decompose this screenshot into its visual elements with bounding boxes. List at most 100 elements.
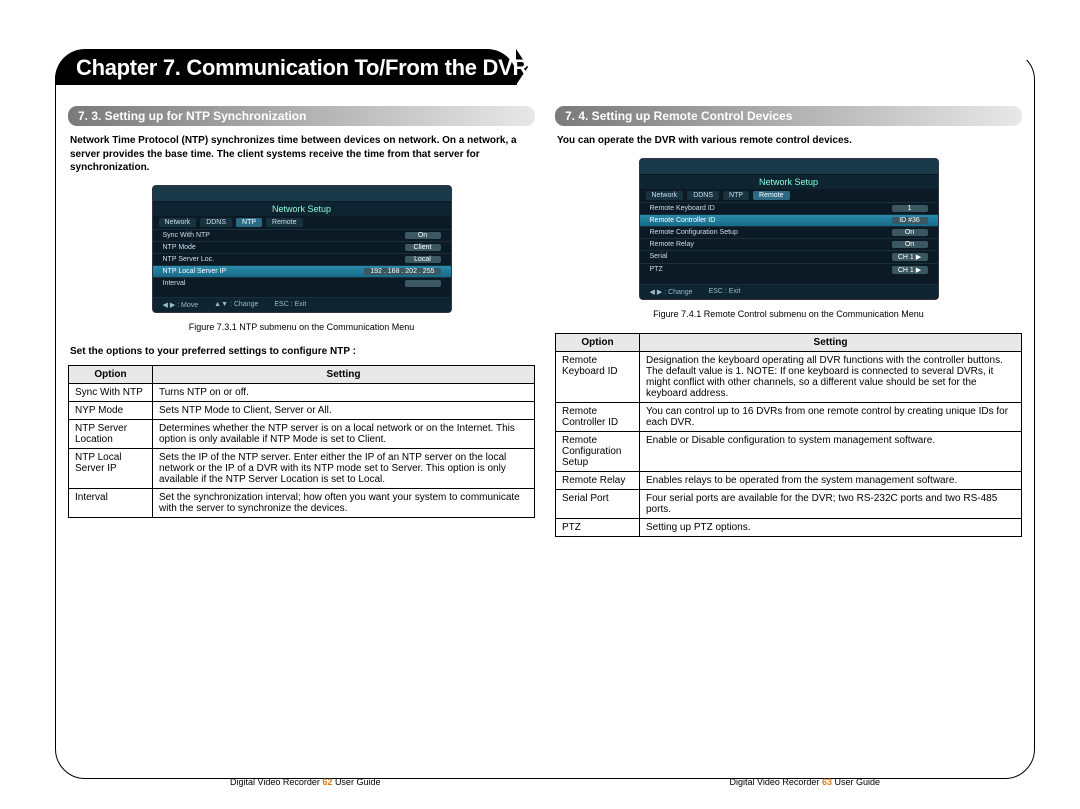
ss-row-value: ID #36: [892, 217, 928, 224]
option-cell: PTZ: [556, 518, 640, 536]
option-cell: Remote Controller ID: [556, 402, 640, 431]
ss-row-value: [405, 280, 441, 287]
ss-tab: NTP: [236, 218, 262, 227]
table-row: Sync With NTPTurns NTP on or off.: [69, 383, 535, 401]
ss-footer-hint: ◀ ▶ : Change: [650, 288, 693, 296]
ss-row: Remote Keyboard ID 1: [640, 202, 938, 214]
setting-cell: Designation the keyboard operating all D…: [640, 351, 1022, 402]
subhead-left: Set the options to your preferred settin…: [70, 346, 533, 357]
setting-cell: Sets the IP of the NTP server. Enter eit…: [153, 448, 535, 488]
ss-row-value: 1: [892, 205, 928, 212]
option-cell: Remote Configuration Setup: [556, 431, 640, 471]
ss-row: NTP Local Server IP 192 . 168 . 202 . 255: [153, 265, 451, 277]
th-setting: Setting: [640, 333, 1022, 351]
table-row: Remote RelayEnables relays to be operate…: [556, 471, 1022, 489]
option-cell: Remote Keyboard ID: [556, 351, 640, 402]
ss-row-value: Local: [405, 256, 441, 263]
ss-row-label: PTZ: [650, 266, 663, 274]
ss-row-value: On: [892, 229, 928, 236]
left-column: 7. 3. Setting up for NTP Synchronization…: [68, 106, 535, 537]
setting-cell: Set the synchronization interval; how of…: [153, 488, 535, 517]
footer-left: Digital Video Recorder 62 User Guide: [230, 777, 380, 787]
ss-row-label: Sync With NTP: [163, 232, 210, 239]
th-option: Option: [556, 333, 640, 351]
ss-row-label: NTP Local Server IP: [163, 268, 227, 275]
table-row: NTP Local Server IPSets the IP of the NT…: [69, 448, 535, 488]
page-frame: Chapter 7. Communication To/From the DVR…: [55, 50, 1035, 779]
option-cell: NTP Local Server IP: [69, 448, 153, 488]
ss-row-label: NTP Mode: [163, 244, 196, 251]
ss-row-label: Remote Configuration Setup: [650, 229, 738, 236]
ss-row-value: CH 1 ▶: [892, 253, 928, 261]
ss-row: PTZ CH 1 ▶: [640, 263, 938, 276]
ss-row-label: Remote Keyboard ID: [650, 205, 715, 212]
option-cell: Serial Port: [556, 489, 640, 518]
remote-screenshot: Network Setup NetworkDDNS NTP Remote Remot…: [639, 158, 939, 300]
ss-row: Remote Relay On: [640, 238, 938, 250]
ss-row-value: On: [892, 241, 928, 248]
table-row: Serial PortFour serial ports are availab…: [556, 489, 1022, 518]
th-setting: Setting: [153, 365, 535, 383]
ntp-screenshot: Network Setup NetworkDDNSNTPRemote Sync …: [152, 185, 452, 313]
ss-row: Sync With NTP On: [153, 229, 451, 241]
figure-caption-right: Figure 7.4.1 Remote Control submenu on t…: [555, 309, 1022, 319]
table-row: Remote Controller IDYou can control up t…: [556, 402, 1022, 431]
ss-header: Network Setup: [640, 175, 938, 189]
section-heading-right: 7. 4. Setting up Remote Control Devices: [555, 106, 1022, 126]
figure-caption-left: Figure 7.3.1 NTP submenu on the Communic…: [68, 322, 535, 332]
ss-row: Remote Configuration Setup On: [640, 226, 938, 238]
table-row: IntervalSet the synchronization interval…: [69, 488, 535, 517]
ss-row-value: Client: [405, 244, 441, 251]
right-column: 7. 4. Setting up Remote Control Devices …: [555, 106, 1022, 537]
ss-row: NTP Mode Client: [153, 241, 451, 253]
ss-row: NTP Server Loc. Local: [153, 253, 451, 265]
ss-tab: Network: [159, 218, 197, 227]
ss-row-value: 192 . 168 . 202 . 255: [364, 268, 440, 275]
ss-row-label: Remote Relay: [650, 241, 694, 248]
option-cell: NYP Mode: [69, 401, 153, 419]
table-row: NYP ModeSets NTP Mode to Client, Server …: [69, 401, 535, 419]
setting-cell: Enable or Disable configuration to syste…: [640, 431, 1022, 471]
intro-left: Network Time Protocol (NTP) synchronizes…: [70, 134, 533, 175]
option-cell: Interval: [69, 488, 153, 517]
intro-right: You can operate the DVR with various rem…: [557, 134, 1020, 148]
table-row: Remote Configuration SetupEnable or Disa…: [556, 431, 1022, 471]
ss-row: Remote Controller ID ID #36: [640, 214, 938, 226]
ss-row-label: Remote Controller ID: [650, 217, 716, 224]
ss-tab: DDNS: [687, 191, 719, 200]
ss-footer-hint: ◀ ▶ : Move: [163, 301, 199, 309]
ss-footer-hint: ▲▼ : Change: [214, 301, 258, 309]
ss-row: Serial CH 1 ▶: [640, 250, 938, 263]
table-row: NTP Server LocationDetermines whether th…: [69, 419, 535, 448]
th-option: Option: [69, 365, 153, 383]
ss-row-label: NTP Server Loc.: [163, 256, 215, 263]
table-row: Remote Keyboard IDDesignation the keyboa…: [556, 351, 1022, 402]
setting-cell: Four serial ports are available for the …: [640, 489, 1022, 518]
ss-row-label: Interval: [163, 280, 186, 287]
ss-row-value: CH 1 ▶: [892, 266, 928, 274]
section-heading-left: 7. 3. Setting up for NTP Synchronization: [68, 106, 535, 126]
options-table-right: Option Setting Remote Keyboard IDDesigna…: [555, 333, 1022, 537]
ss-tab: NTP: [723, 191, 749, 200]
footer-right: Digital Video Recorder 63 User Guide: [730, 777, 880, 787]
setting-cell: You can control up to 16 DVRs from one r…: [640, 402, 1022, 431]
table-row: PTZSetting up PTZ options.: [556, 518, 1022, 536]
setting-cell: Turns NTP on or off.: [153, 383, 535, 401]
ss-row: Interval: [153, 277, 451, 289]
ss-tab: Remote: [266, 218, 303, 227]
option-cell: Sync With NTP: [69, 383, 153, 401]
option-cell: Remote Relay: [556, 471, 640, 489]
setting-cell: Determines whether the NTP server is on …: [153, 419, 535, 448]
ss-tab: Remote: [753, 191, 790, 200]
options-table-left: Option Setting Sync With NTPTurns NTP on…: [68, 365, 535, 518]
ss-footer-hint: ESC : Exit: [274, 301, 306, 309]
ss-tab: DDNS: [200, 218, 232, 227]
ss-row-value: On: [405, 232, 441, 239]
ss-tab: Network: [646, 191, 684, 200]
setting-cell: Enables relays to be operated from the s…: [640, 471, 1022, 489]
ss-row-label: Serial: [650, 253, 668, 261]
ss-footer-hint: ESC : Exit: [709, 288, 741, 296]
setting-cell: Setting up PTZ options.: [640, 518, 1022, 536]
setting-cell: Sets NTP Mode to Client, Server or All.: [153, 401, 535, 419]
chapter-title: Chapter 7. Communication To/From the DVR: [76, 55, 528, 81]
